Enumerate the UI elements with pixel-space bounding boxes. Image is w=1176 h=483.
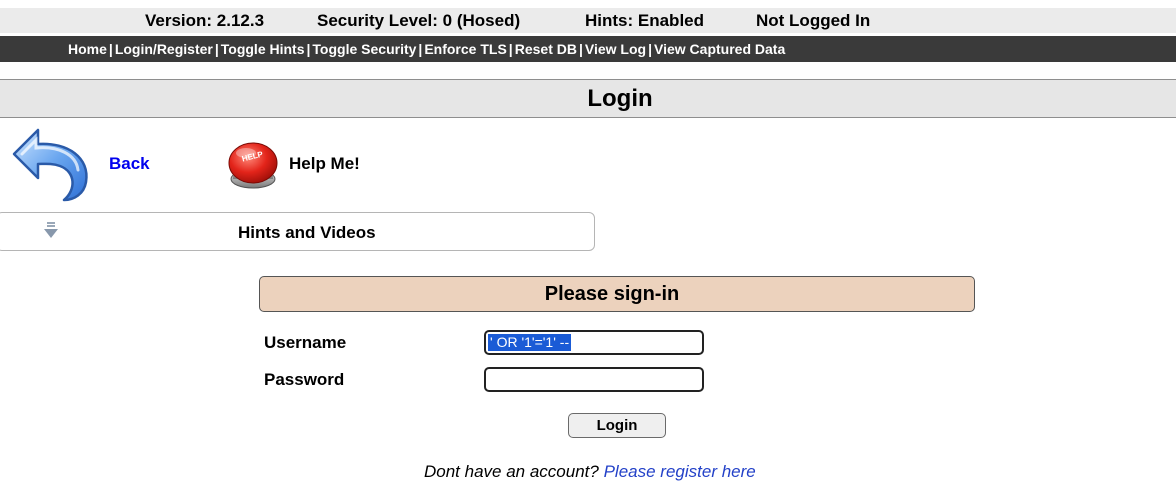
version-text: Version: 2.12.3: [145, 11, 265, 30]
nav-view-captured-data[interactable]: View Captured Data: [654, 41, 785, 57]
nav-toggle-security[interactable]: Toggle Security: [312, 41, 416, 57]
register-link[interactable]: Please register here: [604, 462, 756, 481]
back-link[interactable]: Back: [109, 154, 150, 174]
nav-reset-db[interactable]: Reset DB: [515, 41, 577, 57]
password-label: Password: [264, 370, 345, 389]
signin-header: Please sign-in: [259, 276, 975, 312]
nav-enforce-tls[interactable]: Enforce TLS: [424, 41, 506, 57]
login-button[interactable]: Login: [568, 413, 666, 438]
nav-view-log[interactable]: View Log: [585, 41, 646, 57]
nav-toggle-hints[interactable]: Toggle Hints: [221, 41, 305, 57]
signin-header-text: Please sign-in: [544, 283, 680, 305]
username-selected-text: ' OR '1'='1' --: [488, 334, 572, 351]
nav-login-register[interactable]: Login/Register: [115, 41, 213, 57]
security-level-text: Security Level: 0 (Hosed): [317, 11, 521, 30]
hints-and-videos-label: Hints and Videos: [238, 223, 376, 242]
login-status-text: Not Logged In: [756, 11, 871, 30]
register-prompt: Dont have an account? Please register he…: [424, 462, 756, 482]
help-button-icon[interactable]: HELP: [224, 137, 282, 191]
expand-down-arrow-icon[interactable]: [43, 222, 59, 239]
page-title: Login: [587, 85, 653, 112]
username-field[interactable]: ' OR '1'='1' --: [484, 330, 704, 355]
page-title-bar: Login: [0, 79, 1176, 118]
register-prompt-text: Dont have an account?: [424, 462, 599, 481]
password-field[interactable]: [484, 367, 704, 392]
back-arrow-icon[interactable]: [10, 124, 92, 202]
nav-home[interactable]: Home: [68, 41, 107, 57]
username-label: Username: [264, 333, 347, 352]
status-bar: Version: 2.12.3 Security Level: 0 (Hosed…: [0, 8, 1176, 33]
hints-and-videos-panel[interactable]: Hints and Videos: [0, 212, 595, 251]
hints-status-text: Hints: Enabled: [585, 11, 705, 30]
nav-bar: Home | Login/Register | Toggle Hints | Toggle …: [0, 36, 1176, 62]
help-me-link[interactable]: Help Me!: [289, 154, 360, 174]
